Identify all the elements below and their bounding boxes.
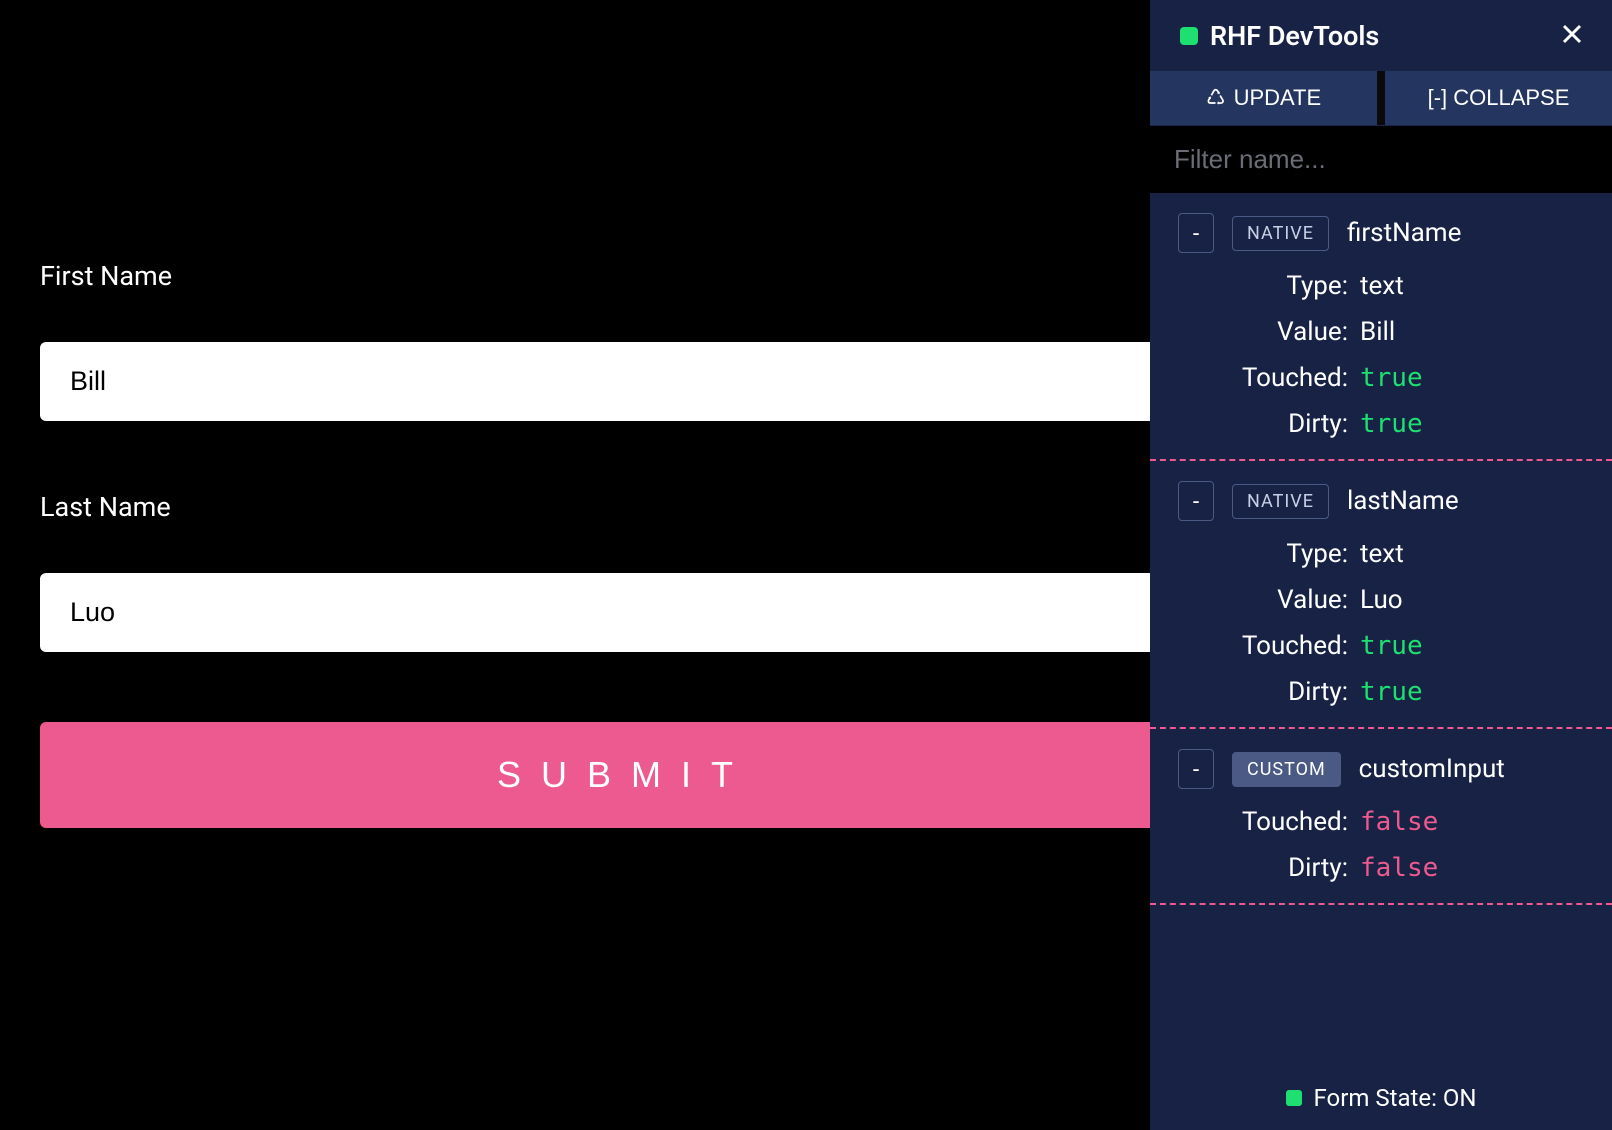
filter-input[interactable] <box>1150 134 1612 185</box>
status-indicator-icon <box>1180 27 1198 45</box>
prop-label: Type: <box>1178 539 1348 569</box>
field-props: Touched: false Dirty: false <box>1178 807 1584 883</box>
field-block: -CUSTOM customInput Touched: false Dirty: fal… <box>1150 729 1612 905</box>
recycle-icon: ♺ <box>1206 85 1226 111</box>
prop-value: Luo <box>1360 585 1584 615</box>
field-collapse-toggle[interactable]: - <box>1178 749 1214 789</box>
field-badge: NATIVE <box>1232 484 1329 519</box>
collapse-button-label: [-] COLLAPSE <box>1428 85 1570 111</box>
prop-value: text <box>1360 271 1584 301</box>
field-collapse-toggle[interactable]: - <box>1178 481 1214 521</box>
prop-label: Touched: <box>1178 807 1348 837</box>
field-name: lastName <box>1347 486 1459 516</box>
form-state-indicator-icon <box>1286 1090 1302 1106</box>
fields-list: -NATIVEfirstNameType:textValue:BillTouch… <box>1150 193 1612 1066</box>
prop-label: Dirty: <box>1178 677 1348 707</box>
prop-label: Type: <box>1178 271 1348 301</box>
close-button[interactable] <box>1556 18 1588 53</box>
first-name-label: First Name <box>40 260 1110 292</box>
prop-value: text <box>1360 539 1584 569</box>
field-block: -NATIVE lastName Type: text Value: Luo Touched… <box>1150 461 1612 729</box>
field-badge: CUSTOM <box>1232 752 1341 787</box>
field-block: -NATIVE firstName Type: text Value: Bill Touch… <box>1150 193 1612 461</box>
update-button[interactable]: ♺ UPDATE <box>1150 71 1377 125</box>
last-name-label: Last Name <box>40 491 1110 523</box>
first-name-input[interactable] <box>40 342 1210 421</box>
devtools-header: RHF DevTools <box>1150 0 1612 71</box>
field-header: -NATIVE lastName <box>1178 481 1584 521</box>
field-header: -NATIVE firstName <box>1178 213 1584 253</box>
field-props: Type: text Value: Bill Touched: true Dirty: tru… <box>1178 271 1584 439</box>
submit-button[interactable]: SUBMIT <box>40 722 1210 828</box>
field-props: Type: text Value: Luo Touched: true Dirty: true <box>1178 539 1584 707</box>
prop-value: true <box>1360 409 1584 439</box>
devtools-toolbar: ♺ UPDATE [-] COLLAPSE <box>1150 71 1612 126</box>
prop-value: false <box>1360 853 1584 883</box>
update-button-label: UPDATE <box>1234 85 1322 111</box>
prop-value: true <box>1360 677 1584 707</box>
field-name: firstName <box>1347 218 1461 248</box>
prop-label: Touched: <box>1178 363 1348 393</box>
prop-label: Value: <box>1178 585 1348 615</box>
devtools-panel: RHF DevTools ♺ UPDATE [-] COLLAPSE -NATI… <box>1150 0 1612 1130</box>
prop-label: Touched: <box>1178 631 1348 661</box>
field-collapse-toggle[interactable]: - <box>1178 213 1214 253</box>
prop-label: Value: <box>1178 317 1348 347</box>
devtools-footer: Form State: ON <box>1150 1066 1612 1130</box>
field-badge: NATIVE <box>1232 216 1329 251</box>
devtools-title: RHF DevTools <box>1210 20 1379 52</box>
prop-label: Dirty: <box>1178 409 1348 439</box>
form: First Name Last Name SUBMIT <box>0 260 1150 1130</box>
prop-value: true <box>1360 631 1584 661</box>
prop-value: Bill <box>1360 317 1584 347</box>
form-state-label: Form State: ON <box>1314 1084 1477 1112</box>
last-name-input[interactable] <box>40 573 1210 652</box>
prop-value: true <box>1360 363 1584 393</box>
collapse-button[interactable]: [-] COLLAPSE <box>1385 71 1612 125</box>
field-header: -CUSTOM customInput <box>1178 749 1584 789</box>
prop-label: Dirty: <box>1178 853 1348 883</box>
field-name: customInput <box>1359 754 1505 784</box>
prop-value: false <box>1360 807 1584 837</box>
close-icon <box>1560 22 1584 46</box>
